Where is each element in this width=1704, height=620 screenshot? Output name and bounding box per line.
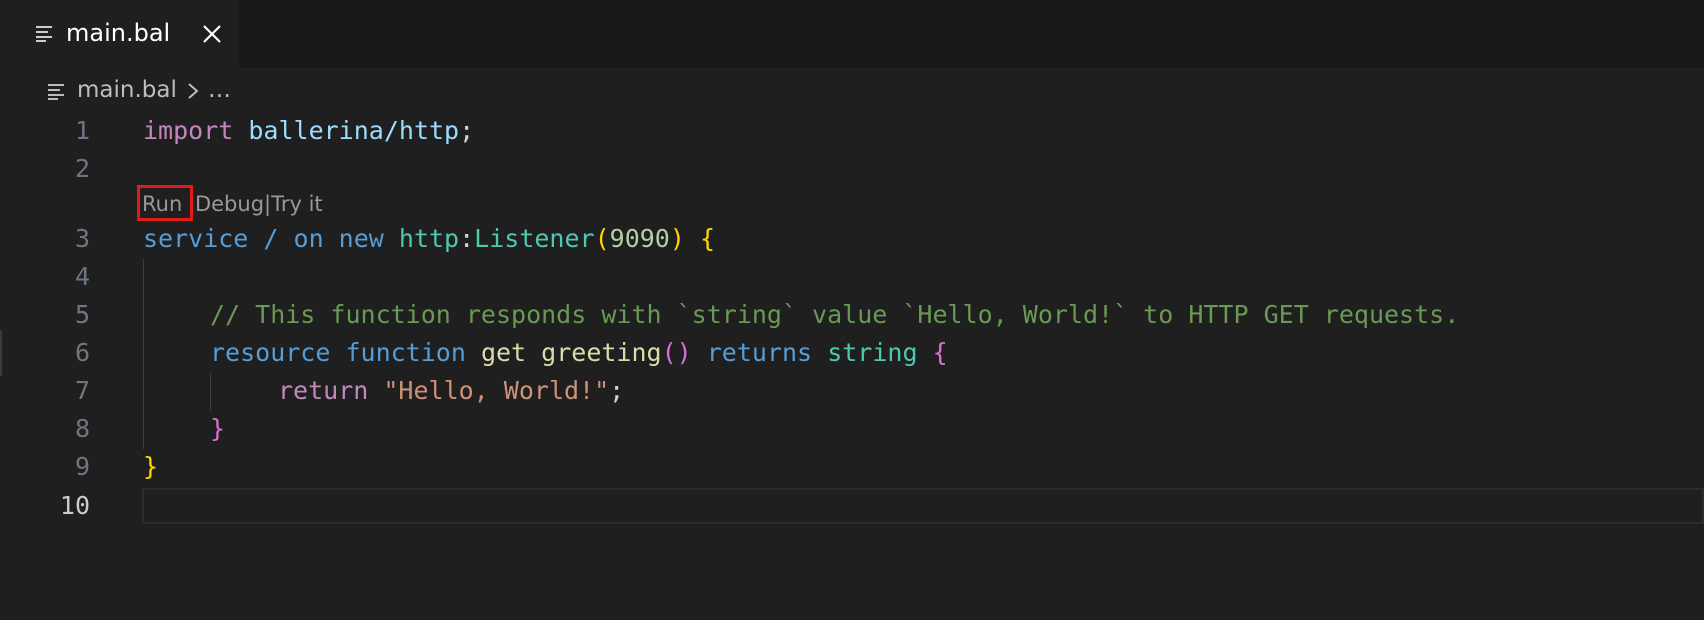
keyword: on [293,224,324,253]
debug-codelens[interactable]: Debug [195,192,264,216]
line-number: 7 [74,376,90,405]
code-line-3[interactable]: service / on new http:Listener(9090) { [143,221,715,257]
slash: / [248,224,294,253]
type-name: Listener [474,224,595,253]
line-number: 6 [74,338,90,367]
paren: ) [669,224,685,253]
keyword: resource [210,338,331,367]
string-literal: "Hello, World!" [383,376,610,405]
breadcrumb-file[interactable]: main.bal [77,74,177,106]
paren: ( [594,224,610,253]
code-line-7[interactable]: return "Hello, World!"; [278,373,624,409]
line-number: 8 [74,414,90,443]
brace: { [932,338,948,367]
tab-bar: main.bal [0,0,1704,68]
run-codelens[interactable]: Run [142,192,182,216]
code-line-8[interactable]: } [210,411,225,447]
tab-label: main.bal [66,19,171,47]
brace: { [700,224,716,253]
code-line-1[interactable]: import ballerina/http; [143,113,474,149]
keyword: returns [691,338,813,367]
semicolon: ; [459,116,475,145]
line-number: 5 [74,300,90,329]
line-number: 4 [74,262,90,291]
keyword: import [143,116,234,145]
brace: } [210,414,226,443]
indent-guide [143,259,144,449]
line-number: 1 [74,116,90,145]
function-name: greeting [541,338,662,367]
module-prefix: http [398,224,460,253]
code-line-9[interactable]: } [143,449,158,485]
file-lines-icon [36,26,52,42]
accessor: get [480,338,527,367]
line-number-current: 10 [59,491,90,520]
breadcrumb-more[interactable]: … [208,74,231,106]
keyword: function [330,338,466,367]
paren: () [661,338,692,367]
colon: : [459,224,475,253]
keyword: service [143,224,249,253]
comment: // This function responds with `string` … [210,300,1460,329]
module-path: ballerina/http [248,116,460,145]
semicolon: ; [609,376,625,405]
code-line-5[interactable]: // This function responds with `string` … [210,297,1459,333]
close-icon[interactable] [200,22,224,46]
chevron-right-icon [188,83,199,99]
number: 9090 [609,224,670,253]
line-number: 3 [74,224,90,253]
keyword: new [323,224,399,253]
code-line-6[interactable]: resource function get greeting() returns… [210,335,948,371]
file-lines-icon [48,84,64,100]
keyword: return [278,376,369,405]
codelens: Run Debug|Try it [142,188,323,220]
line-number: 9 [74,452,90,481]
breadcrumb: main.bal … [0,70,1704,110]
indent-guide [210,373,211,411]
type-name: string [827,338,918,367]
line-number: 2 [74,154,90,183]
tab-main-bal[interactable]: main.bal [0,0,239,68]
editor: main.bal main.bal … 1 2 3 4 5 6 7 8 9 10 [0,0,1704,620]
current-line-highlight [142,488,1704,524]
brace: } [143,452,159,481]
tryit-codelens[interactable]: Try it [271,192,323,216]
